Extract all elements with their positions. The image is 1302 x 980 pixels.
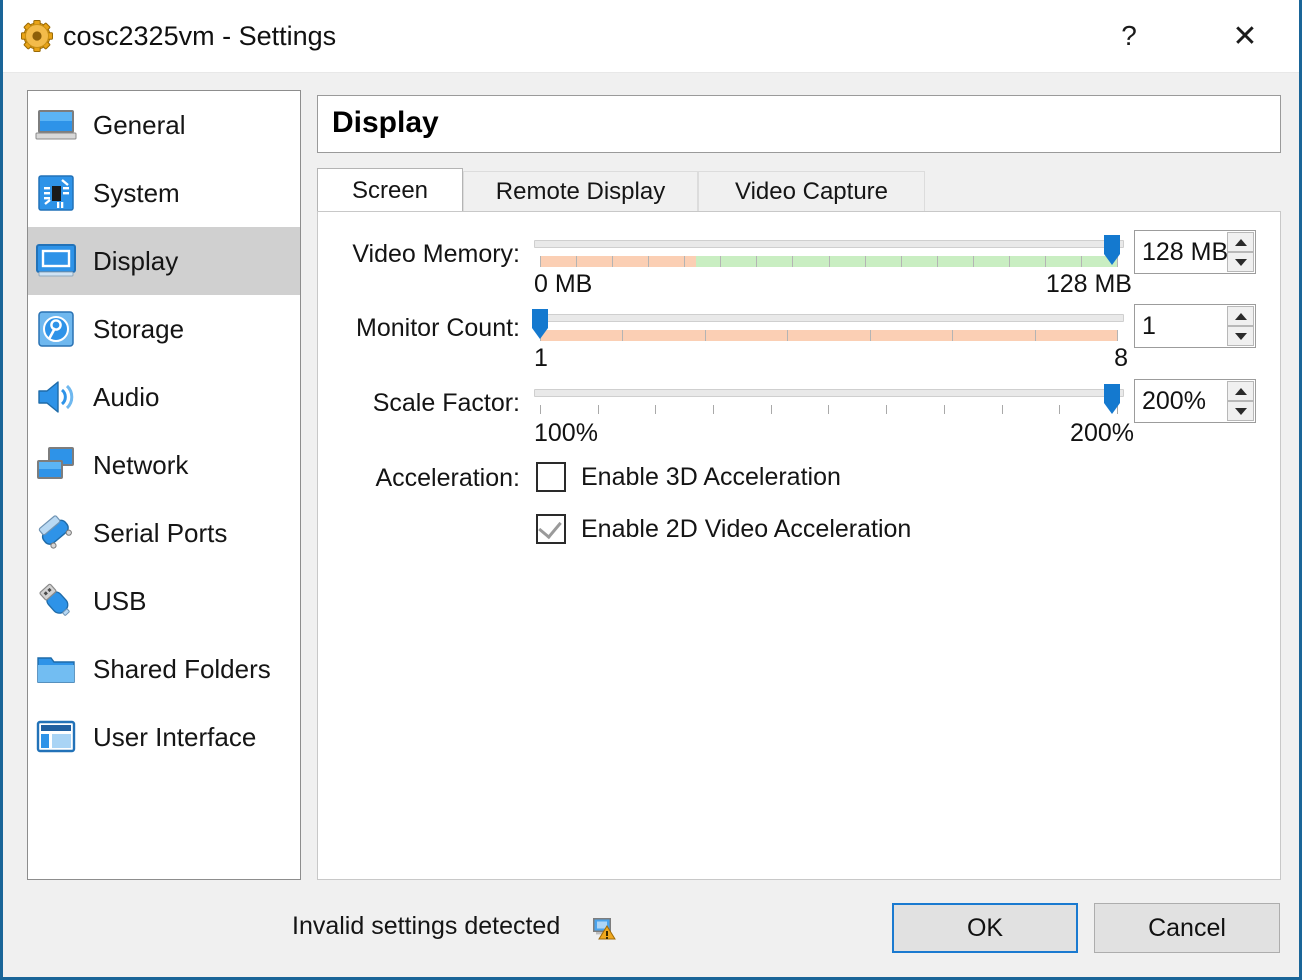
settings-category-list[interactable]: General System Display Storage Audio Net… [27, 90, 301, 880]
sidebar-item-label: User Interface [93, 721, 257, 752]
monitor-count-spinbox[interactable]: 1 [1134, 304, 1256, 348]
tab-bar[interactable]: Screen Remote Display Video Capture [317, 168, 1281, 212]
scale-factor-min-label: 100% [534, 419, 598, 447]
display-monitor-icon [33, 238, 79, 284]
display-warning-icon [592, 916, 616, 940]
enable-3d-acceleration-label: Enable 3D Acceleration [581, 462, 841, 491]
enable-3d-acceleration-row[interactable]: Enable 3D Acceleration [536, 462, 841, 492]
sidebar-item-audio[interactable]: Audio [28, 363, 300, 431]
sidebar-item-general[interactable]: General [28, 91, 300, 159]
monitor-count-handle[interactable] [530, 308, 550, 340]
enable-2d-video-acceleration-row[interactable]: Enable 2D Video Acceleration [536, 514, 911, 544]
page-title: Display [332, 106, 439, 139]
slider-groove[interactable] [534, 314, 1124, 322]
video-memory-ticks [540, 256, 1118, 267]
hard-disk-icon [33, 306, 79, 352]
enable-2d-video-acceleration-label: Enable 2D Video Acceleration [581, 514, 912, 543]
help-button[interactable]: ? [1099, 8, 1159, 64]
sidebar-item-label: Display [93, 245, 179, 276]
video-memory-spinbox[interactable]: 128 MB [1134, 230, 1256, 274]
sidebar-item-display[interactable]: Display [28, 227, 300, 295]
spin-up-button[interactable] [1227, 381, 1254, 401]
network-cards-icon [33, 442, 79, 488]
scale-factor-label: Scale Factor: [372, 389, 520, 417]
monitor-general-icon [33, 102, 79, 148]
spin-up-button[interactable] [1227, 306, 1254, 326]
ok-button[interactable]: OK [892, 903, 1078, 953]
video-memory-handle[interactable] [1102, 234, 1122, 266]
sidebar-item-user-interface[interactable]: User Interface [28, 703, 300, 771]
video-memory-slider[interactable]: 0 MB 128 MB [534, 234, 1132, 298]
chevron-up-icon [1234, 387, 1247, 395]
monitor-count-value: 1 [1142, 312, 1156, 340]
sidebar-item-label: General [93, 109, 186, 140]
close-button[interactable]: ✕ [1215, 8, 1275, 64]
tab-video-capture[interactable]: Video Capture [698, 171, 925, 212]
window-layout-icon [33, 714, 79, 760]
tab-remote-display[interactable]: Remote Display [463, 171, 698, 212]
sidebar-item-network[interactable]: Network [28, 431, 300, 499]
slider-groove[interactable] [534, 389, 1124, 397]
scale-factor-slider[interactable]: 100% 200% [534, 383, 1134, 447]
motherboard-icon [33, 170, 79, 216]
video-memory-value: 128 MB [1142, 238, 1229, 266]
chevron-up-icon [1234, 238, 1247, 246]
scale-factor-value: 200% [1142, 387, 1206, 415]
screen-tab-panel: Video Memory: 0 MB 128 MB 128 MB Monitor… [317, 211, 1281, 880]
scale-factor-spinbox[interactable]: 200% [1134, 379, 1256, 423]
title-bar: cosc2325vm - Settings ? ✕ [3, 0, 1299, 73]
video-memory-max-label: 128 MB [1045, 270, 1132, 298]
sidebar-item-label: Shared Folders [93, 653, 271, 684]
tab-screen[interactable]: Screen [317, 168, 463, 212]
enable-3d-acceleration-checkbox[interactable] [536, 462, 566, 492]
sidebar-item-system[interactable]: System [28, 159, 300, 227]
spin-down-button[interactable] [1227, 252, 1254, 272]
page-header: Display [317, 95, 1281, 153]
spin-up-button[interactable] [1227, 232, 1254, 252]
sidebar-item-label: System [93, 177, 180, 208]
scale-factor-ticks [540, 405, 1118, 416]
video-memory-label: Video Memory: [352, 240, 520, 268]
settings-gear-icon [20, 19, 54, 53]
monitor-count-ticks [540, 330, 1118, 341]
enable-2d-video-acceleration-checkbox[interactable] [536, 514, 566, 544]
sidebar-item-label: Network [93, 449, 189, 480]
video-memory-spin-buttons[interactable] [1227, 232, 1254, 272]
monitor-count-min-label: 1 [534, 344, 548, 372]
monitor-count-max-label: 8 [1114, 344, 1128, 372]
cancel-button[interactable]: Cancel [1094, 903, 1280, 953]
scale-factor-max-label: 200% [1070, 419, 1134, 447]
sidebar-item-label: Serial Ports [93, 517, 228, 548]
usb-stick-icon [33, 578, 79, 624]
scale-factor-handle[interactable] [1102, 383, 1122, 415]
video-memory-min-label: 0 MB [534, 270, 593, 298]
slider-groove[interactable] [534, 240, 1124, 248]
acceleration-label: Acceleration: [375, 464, 520, 492]
sidebar-item-label: USB [93, 585, 147, 616]
sidebar-item-label: Audio [93, 381, 160, 412]
monitor-count-slider[interactable]: 1 8 [532, 308, 1128, 372]
monitor-count-spin-buttons[interactable] [1227, 306, 1254, 346]
sidebar-item-usb[interactable]: USB [28, 567, 300, 635]
spin-down-button[interactable] [1227, 326, 1254, 346]
chevron-down-icon [1234, 407, 1247, 415]
spin-down-button[interactable] [1227, 401, 1254, 421]
folder-icon [33, 646, 79, 692]
chevron-up-icon [1234, 312, 1247, 320]
settings-window: cosc2325vm - Settings ? ✕ General System… [0, 0, 1302, 980]
scale-factor-spin-buttons[interactable] [1227, 381, 1254, 421]
chevron-down-icon [1234, 332, 1247, 340]
checkmark-icon [538, 514, 562, 540]
sidebar-item-storage[interactable]: Storage [28, 295, 300, 363]
chevron-down-icon [1234, 258, 1247, 266]
sidebar-item-label: Storage [93, 313, 185, 344]
monitor-count-label: Monitor Count: [356, 314, 520, 342]
sidebar-item-shared-folders[interactable]: Shared Folders [28, 635, 300, 703]
serial-port-icon [33, 510, 79, 556]
speaker-icon [33, 374, 79, 420]
sidebar-item-serial-ports[interactable]: Serial Ports [28, 499, 300, 567]
status-message: Invalid settings detected [292, 912, 561, 940]
window-title: cosc2325vm - Settings [63, 21, 337, 51]
